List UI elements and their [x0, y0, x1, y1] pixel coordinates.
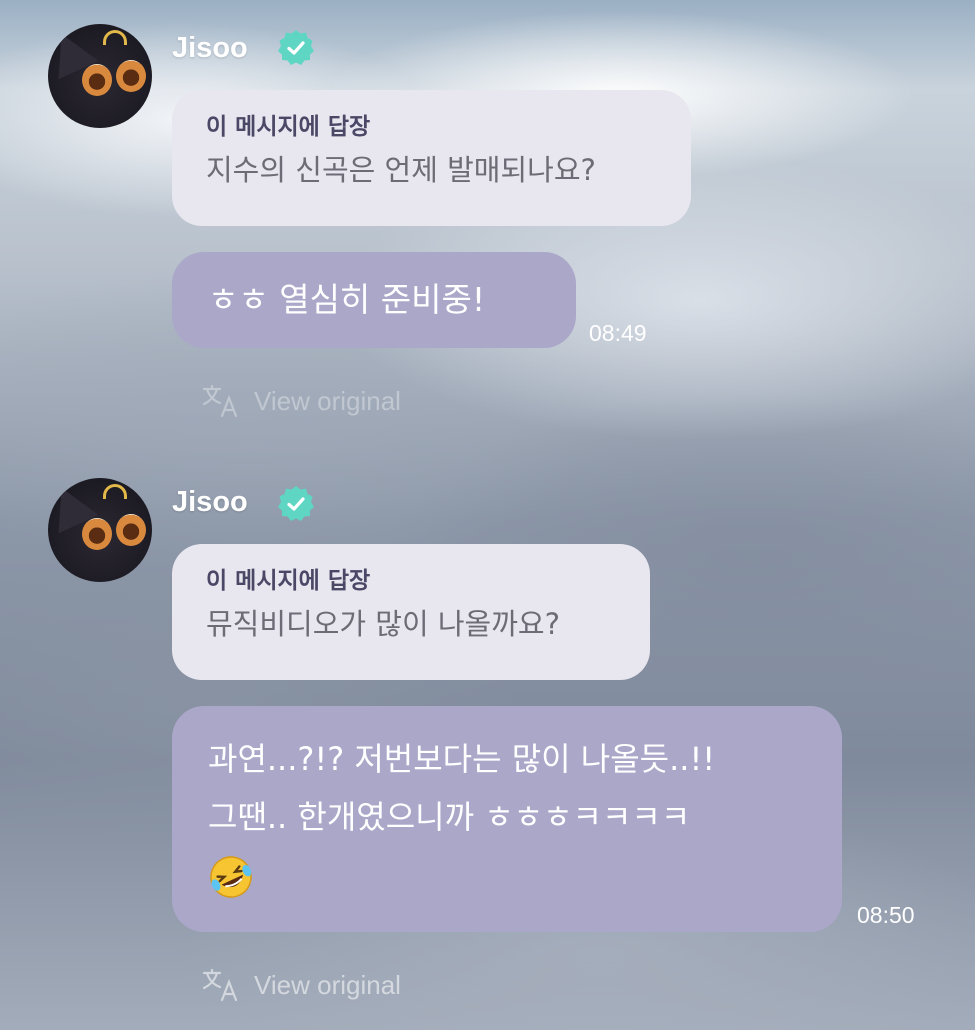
view-original-label: View original — [254, 969, 401, 1000]
message-bubble[interactable]: 과연...?!? 저번보다는 많이 나올듯..!! 그땐.. 한개였으니까 ㅎㅎ… — [172, 706, 842, 932]
avatar[interactable] — [48, 478, 152, 582]
message-time: 08:49 — [589, 320, 647, 346]
reply-text: 뮤직비디오가 많이 나올까요? — [206, 607, 560, 641]
rolling-laughing-emoji-icon — [210, 856, 252, 898]
translate-icon — [202, 384, 238, 418]
view-original-label: View original — [254, 385, 401, 416]
message-time: 08:50 — [857, 902, 915, 928]
verified-badge-icon — [278, 486, 314, 521]
sender-name: Jisoo — [172, 32, 248, 64]
translate-icon — [202, 968, 238, 1002]
message-text: ㅎㅎ 열심히 준비중! — [208, 280, 486, 319]
reply-quote[interactable]: 이 메시지에 답장 지수의 신곡은 언제 발매되나요? — [172, 90, 691, 226]
reply-label: 이 메시지에 답장 — [206, 568, 371, 594]
verified-badge-icon — [278, 30, 314, 65]
view-original-link[interactable]: View original — [202, 968, 401, 1002]
message-text-line: 과연...?!? 저번보다는 많이 나올듯..!! — [208, 740, 716, 778]
reply-text: 지수의 신곡은 언제 발매되나요? — [206, 153, 596, 187]
reply-quote[interactable]: 이 메시지에 답장 뮤직비디오가 많이 나올까요? — [172, 544, 650, 680]
view-original-link[interactable]: View original — [202, 384, 401, 418]
message-text-line: 그땐.. 한개였으니까 ㅎㅎㅎㅋㅋㅋㅋ — [208, 798, 691, 836]
avatar[interactable] — [48, 24, 152, 128]
message-bubble[interactable]: ㅎㅎ 열심히 준비중! — [172, 252, 576, 348]
sender-name: Jisoo — [172, 486, 248, 518]
reply-label: 이 메시지에 답장 — [206, 114, 371, 140]
